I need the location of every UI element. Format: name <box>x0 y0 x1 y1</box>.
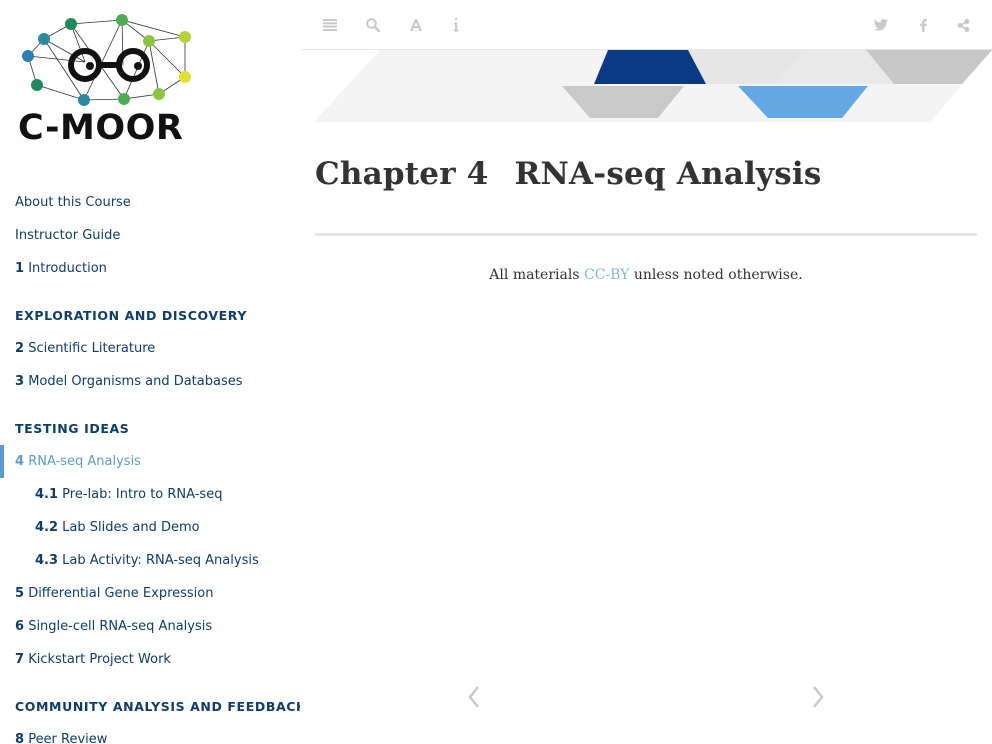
nav-item-label: RNA-seq Analysis <box>28 454 141 469</box>
license-prefix: All materials <box>489 267 584 283</box>
search-icon <box>366 18 380 32</box>
nav-item-label: TESTING IDEAS <box>15 421 130 436</box>
nav-item-label: Peer Review <box>28 732 108 744</box>
sidebar: C-MOOR About this Course Instructor Guide… <box>0 0 300 744</box>
nav-item-label: EXPLORATION AND DISCOVERY <box>15 308 247 323</box>
nav-item-rna-seq-analysis[interactable]: 4 RNA-seq Analysis <box>0 445 300 478</box>
nav-item-label: Pre-lab: Intro to RNA-seq <box>62 487 223 502</box>
nav-item-label: Model Organisms and Databases <box>28 374 243 389</box>
nav-item-number: 8 <box>15 732 25 744</box>
nav-item-instructor-guide[interactable]: Instructor Guide <box>0 219 300 252</box>
nav-section-header-testing-ideas: TESTING IDEAS <box>0 412 300 445</box>
logo-wordmark: C-MOOR <box>18 108 184 148</box>
nav-item-label: Scientific Literature <box>28 341 156 356</box>
nav-section-header-exploration-and-discovery: EXPLORATION AND DISCOVERY <box>0 299 300 332</box>
banner-shapes <box>314 50 992 122</box>
nav-item-number: 7 <box>15 652 25 667</box>
nav-item-introduction[interactable]: 1 Introduction <box>0 252 300 285</box>
nav-item-peer-review[interactable]: 8 Peer Review <box>0 723 300 744</box>
nav-item-number: 1 <box>15 261 25 276</box>
twitter-share-button[interactable] <box>866 10 896 40</box>
nav-item-number: 4.1 <box>35 487 59 502</box>
font-settings-button[interactable] <box>401 10 431 40</box>
nav-item-label: Instructor Guide <box>15 228 121 243</box>
nav-item-number: 4.2 <box>35 520 59 535</box>
share-button[interactable] <box>948 10 978 40</box>
nav-item-number: 6 <box>15 619 25 634</box>
nav-item-lab-activity-rna-seq-analysis[interactable]: 4.3 Lab Activity: RNA-seq Analysis <box>0 544 300 577</box>
nav-item-kickstart-project-work[interactable]: 7 Kickstart Project Work <box>0 643 300 676</box>
nav-item-number: 4 <box>15 454 25 469</box>
title-divider <box>315 233 977 236</box>
active-item-indicator <box>0 445 4 478</box>
toggle-sidebar-button[interactable] <box>315 10 345 40</box>
chapter-name: RNA-seq Analysis <box>514 156 822 192</box>
page-title: Chapter 4 RNA-seq Analysis <box>315 156 822 192</box>
facebook-icon <box>919 18 927 32</box>
nav-item-label: COMMUNITY ANALYSIS AND FEEDBACK <box>15 699 300 714</box>
nav-item-label: Introduction <box>28 261 107 276</box>
search-button[interactable] <box>358 10 388 40</box>
nav-item-label: Lab Activity: RNA-seq Analysis <box>62 553 259 568</box>
nav-item-number: 5 <box>15 586 25 601</box>
nav-item-number: 4.3 <box>35 553 59 568</box>
nav-item-lab-slides-and-demo[interactable]: 4.2 Lab Slides and Demo <box>0 511 300 544</box>
nav-item-label: Kickstart Project Work <box>28 652 171 667</box>
book-toolbar <box>300 0 992 50</box>
license-suffix: unless noted otherwise. <box>629 267 803 283</box>
cc-by-link[interactable]: CC-BY <box>584 267 629 283</box>
nav-item-about-this-course[interactable]: About this Course <box>0 186 300 219</box>
menu-icon <box>323 19 337 31</box>
share-icon <box>957 18 969 32</box>
info-button[interactable] <box>441 10 471 40</box>
nav-item-pre-lab-intro-to-rna-seq[interactable]: 4.1 Pre-lab: Intro to RNA-seq <box>0 478 300 511</box>
twitter-icon <box>874 19 888 31</box>
license-note: All materials CC-BY unless noted otherwi… <box>315 267 977 283</box>
nav-item-model-organisms-and-databases[interactable]: 3 Model Organisms and Databases <box>0 365 300 398</box>
nav-item-label: Differential Gene Expression <box>28 586 214 601</box>
nav-item-number: 2 <box>15 341 25 356</box>
nav-item-label: About this Course <box>15 195 131 210</box>
chapter-banner-graphic <box>300 50 992 125</box>
info-icon <box>453 18 459 32</box>
facebook-share-button[interactable] <box>908 10 938 40</box>
chevron-left-icon <box>468 686 479 708</box>
nav-item-single-cell-rna-seq-analysis[interactable]: 6 Single-cell RNA-seq Analysis <box>0 610 300 643</box>
nav-item-differential-gene-expression[interactable]: 5 Differential Gene Expression <box>0 577 300 610</box>
next-page-button[interactable] <box>803 682 833 712</box>
nav-item-label: Single-cell RNA-seq Analysis <box>28 619 213 634</box>
c-moor-logo[interactable]: C-MOOR <box>18 10 204 150</box>
nav-item-scientific-literature[interactable]: 2 Scientific Literature <box>0 332 300 365</box>
chapter-number: Chapter 4 <box>315 156 489 192</box>
nav-item-number: 3 <box>15 374 25 389</box>
nav-item-label: Lab Slides and Demo <box>62 520 200 535</box>
nav-section-header-community-analysis-and-feedback: COMMUNITY ANALYSIS AND FEEDBACK <box>0 690 300 723</box>
font-icon <box>410 19 422 31</box>
chevron-right-icon <box>813 686 824 708</box>
previous-page-button[interactable] <box>459 682 489 712</box>
